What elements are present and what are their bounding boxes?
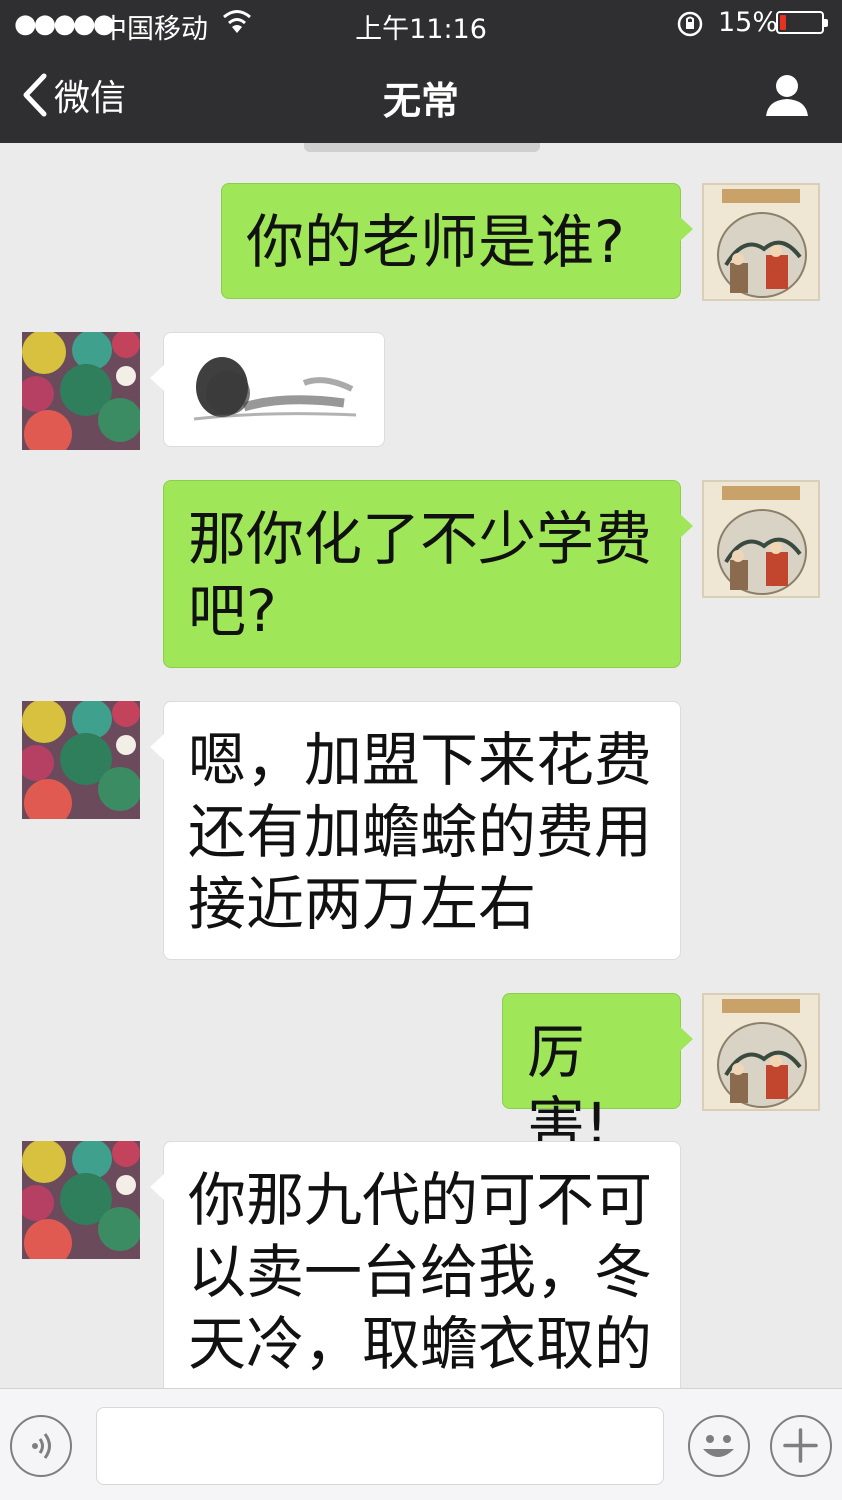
my-avatar[interactable] xyxy=(702,480,820,598)
redacted-scribble-image xyxy=(193,357,357,421)
painting-avatar-image xyxy=(704,995,818,1109)
my-avatar[interactable] xyxy=(702,183,820,301)
my-avatar[interactable] xyxy=(702,993,820,1111)
painting-avatar-image xyxy=(704,185,818,299)
balls-avatar-image xyxy=(22,332,140,450)
user-profile-icon[interactable] xyxy=(764,72,810,118)
chat-title: 无常 xyxy=(382,79,459,123)
balls-avatar-image xyxy=(22,1141,140,1259)
emoji-button[interactable] xyxy=(688,1415,750,1477)
contact-avatar[interactable] xyxy=(22,1141,140,1259)
rotation-lock-icon xyxy=(677,11,703,37)
message-input[interactable] xyxy=(96,1407,664,1485)
message-text: 厉害! xyxy=(527,1018,609,1158)
contact-avatar[interactable] xyxy=(22,701,140,819)
message-text: 你那九代的可不可 以卖一台给我，冬 天冷，取蟾衣取的 xyxy=(188,1166,653,1378)
incoming-message[interactable]: 你那九代的可不可 以卖一台给我，冬 天冷，取蟾衣取的 xyxy=(150,1141,681,1388)
status-time: 上午11:16 xyxy=(355,14,487,45)
voice-icon xyxy=(32,1433,51,1459)
status-bar: ●●●●● 中国移动 上午11:16 15% xyxy=(0,0,842,48)
nav-bar: 微信 无常 xyxy=(0,48,842,143)
voice-button[interactable] xyxy=(10,1415,72,1477)
outgoing-message[interactable]: 你的老师是谁? xyxy=(221,183,693,299)
outgoing-message[interactable]: 那你化了不少学费 吧? xyxy=(163,480,693,668)
more-button[interactable] xyxy=(770,1415,832,1477)
message-text: 嗯，加盟下来花费 还有加蟾蜍的费用 接近两万左右 xyxy=(188,726,653,938)
outgoing-message[interactable]: 厉害! xyxy=(502,993,693,1158)
plus-icon xyxy=(783,1428,818,1463)
top-header: ●●●●● 中国移动 上午11:16 15% 微信 无常 xyxy=(0,0,842,143)
contact-avatar[interactable] xyxy=(22,332,140,450)
pull-down-handle xyxy=(304,143,540,152)
battery-icon xyxy=(776,11,828,34)
emoji-icon xyxy=(703,1435,734,1457)
chat-message-list[interactable]: 你的老师是谁? 那你化了不少学费 吧? 嗯，加盟下来花费 还有加蟾蜍的费用 接近… xyxy=(0,152,842,1388)
painting-avatar-image xyxy=(704,482,818,596)
message-text: 你的老师是谁? xyxy=(246,208,625,276)
battery-percent: 15% xyxy=(718,7,779,38)
balls-avatar-image xyxy=(22,701,140,819)
message-text: 那你化了不少学费 吧? xyxy=(188,505,653,645)
chat-input-toolbar xyxy=(0,1388,842,1500)
incoming-message[interactable]: 嗯，加盟下来花费 还有加蟾蜍的费用 接近两万左右 xyxy=(150,701,681,960)
incoming-message[interactable] xyxy=(150,332,385,447)
